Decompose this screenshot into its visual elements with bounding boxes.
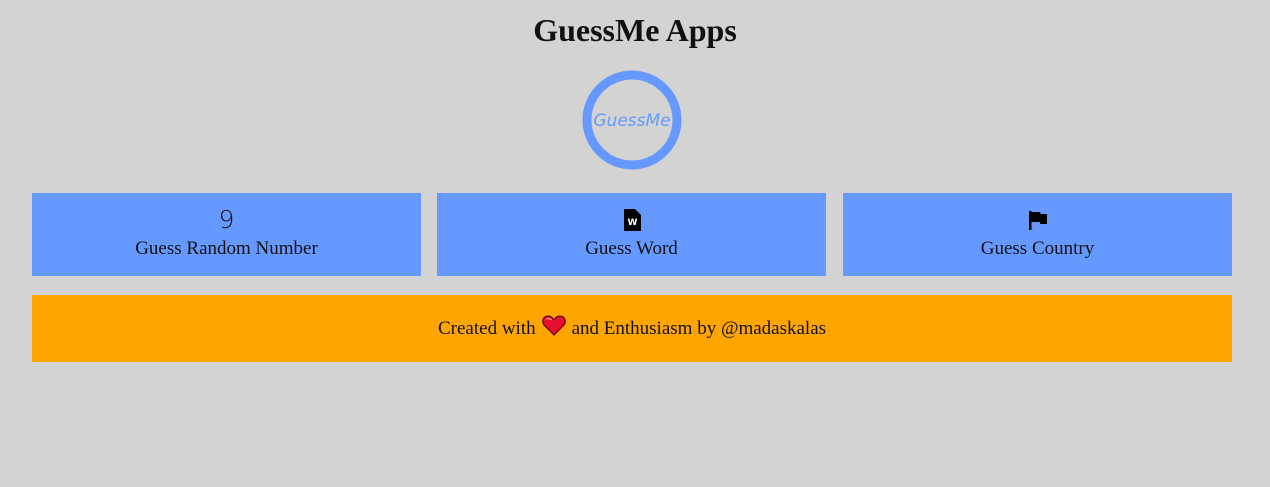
number-nine-icon: 9 <box>218 205 235 234</box>
guess-country-label: Guess Country <box>980 238 1095 259</box>
logo-image: GuessMe <box>582 70 682 170</box>
footer-text-before: Created with <box>437 317 536 339</box>
svg-text:W: W <box>627 218 637 228</box>
guess-random-number-label: Guess Random Number <box>135 238 318 259</box>
guess-country-card[interactable]: Guess Country <box>843 193 1232 276</box>
word-file-icon: W <box>437 207 826 233</box>
flag-icon <box>843 207 1232 233</box>
guess-random-number-card[interactable]: 9 Guess Random Number <box>32 193 421 276</box>
logo-text: GuessMe <box>593 111 670 131</box>
app-menu: 9 Guess Random Number W Guess Word Guess… <box>32 193 1232 276</box>
footer: Created with and Enthusiasm by @madaskal… <box>32 295 1232 362</box>
footer-text-after: and Enthusiasm by @madaskalas <box>571 317 827 339</box>
guess-word-label: Guess Word <box>585 238 678 259</box>
logo: GuessMe <box>582 70 682 170</box>
page-title: GuessMe Apps <box>533 12 737 48</box>
heart-icon <box>541 315 566 342</box>
guess-word-card[interactable]: W Guess Word <box>437 193 826 276</box>
